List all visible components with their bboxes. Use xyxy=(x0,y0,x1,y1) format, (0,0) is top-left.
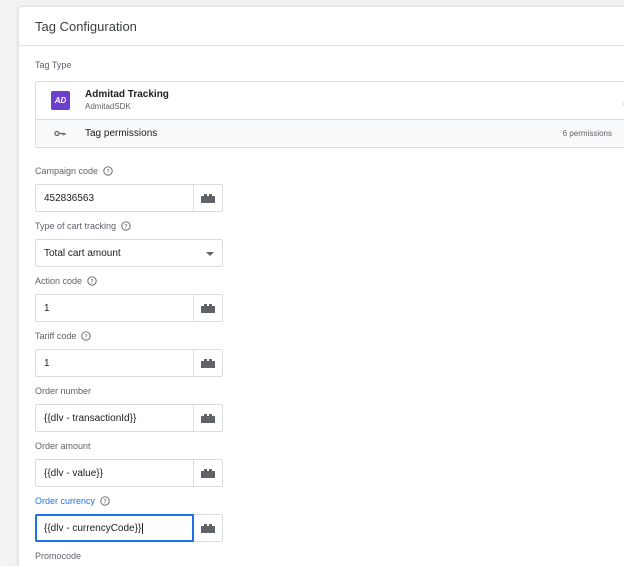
svg-text:?: ? xyxy=(124,222,127,230)
variable-picker-button[interactable] xyxy=(194,294,223,322)
tariff-code-label: Tariff code xyxy=(35,331,77,341)
key-icon xyxy=(54,130,66,137)
admitad-logo-icon: AD xyxy=(51,91,70,110)
field-order-amount: Order amount {{dlv - value}} xyxy=(35,440,223,487)
order-amount-label: Order amount xyxy=(35,441,91,451)
caret-down-icon xyxy=(206,252,214,256)
variable-brick-icon xyxy=(201,469,215,478)
svg-text:?: ? xyxy=(90,277,93,285)
help-icon[interactable]: ? xyxy=(103,166,113,176)
variable-brick-icon xyxy=(201,194,215,203)
help-icon[interactable]: ? xyxy=(100,496,110,506)
action-code-label: Action code xyxy=(35,276,83,286)
variable-brick-icon xyxy=(201,359,215,368)
order-currency-input[interactable]: {{dlv - currencyCode}} xyxy=(35,514,194,542)
help-icon[interactable]: ? xyxy=(87,276,97,286)
order-currency-value: {{dlv - currencyCode}} xyxy=(44,522,142,534)
svg-text:?: ? xyxy=(106,167,109,175)
tariff-code-input[interactable]: 1 xyxy=(35,349,194,377)
tag-type-selector[interactable]: AD Admitad Tracking AdmitadSDK xyxy=(36,82,624,120)
variable-brick-icon xyxy=(201,304,215,313)
tag-configuration-card: Tag Configuration Tag Type AD Admitad Tr… xyxy=(18,6,624,566)
tag-type-subtitle: AdmitadSDK xyxy=(85,102,131,111)
help-icon[interactable]: ? xyxy=(121,221,131,231)
order-currency-label: Order currency xyxy=(35,496,96,506)
tag-permissions-count: 6 permissions xyxy=(562,129,612,138)
cart-tracking-select[interactable]: Total cart amount xyxy=(35,239,223,267)
field-campaign-code: Campaign code ? 452836563 xyxy=(35,165,223,212)
action-code-input[interactable]: 1 xyxy=(35,294,194,322)
tag-type-box: AD Admitad Tracking AdmitadSDK Tag permi… xyxy=(35,81,624,148)
svg-text:?: ? xyxy=(85,332,88,340)
tag-permissions-row[interactable]: Tag permissions 6 permissions xyxy=(36,120,624,147)
field-promocode: Promocode xyxy=(35,550,81,562)
variable-brick-icon xyxy=(201,524,215,533)
tag-permissions-label: Tag permissions xyxy=(85,128,158,139)
order-number-input[interactable]: {{dlv - transactionId}} xyxy=(35,404,194,432)
variable-picker-button[interactable] xyxy=(194,184,223,212)
variable-picker-button[interactable] xyxy=(194,404,223,432)
order-number-label: Order number xyxy=(35,386,92,396)
svg-text:?: ? xyxy=(103,497,106,505)
cart-tracking-label: Type of cart tracking xyxy=(35,221,117,231)
order-amount-input[interactable]: {{dlv - value}} xyxy=(35,459,194,487)
help-icon[interactable]: ? xyxy=(81,331,92,341)
field-cart-tracking: Type of cart tracking ? Total cart amoun… xyxy=(35,220,223,267)
variable-picker-button[interactable] xyxy=(194,349,223,377)
promocode-label: Promocode xyxy=(35,551,82,561)
tag-type-name: Admitad Tracking xyxy=(85,89,169,100)
field-action-code: Action code ? 1 xyxy=(35,275,223,322)
field-order-currency: Order currency ? {{dlv - currencyCode}} xyxy=(35,495,223,542)
field-order-number: Order number {{dlv - transactionId}} xyxy=(35,385,223,432)
text-cursor xyxy=(142,522,144,534)
campaign-code-label: Campaign code xyxy=(35,166,99,176)
cart-tracking-value: Total cart amount xyxy=(44,247,121,259)
tag-type-label: Tag Type xyxy=(35,60,72,70)
variable-picker-button[interactable] xyxy=(194,514,223,542)
card-title: Tag Configuration xyxy=(35,19,137,34)
variable-picker-button[interactable] xyxy=(194,459,223,487)
variable-brick-icon xyxy=(201,414,215,423)
card-header: Tag Configuration xyxy=(19,7,624,46)
field-tariff-code: Tariff code ? 1 xyxy=(35,330,223,377)
campaign-code-input[interactable]: 452836563 xyxy=(35,184,194,212)
